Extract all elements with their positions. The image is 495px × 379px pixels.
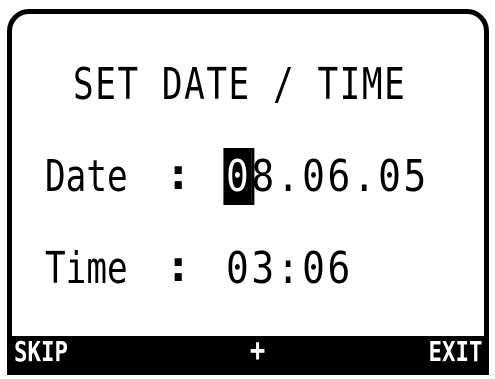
time-separator: : [165,241,192,292]
skip-softkey[interactable]: SKIP [14,338,68,366]
date-label: Date [45,151,128,202]
date-cursor-digit[interactable]: 0 [223,148,254,205]
exit-softkey[interactable]: EXIT [428,338,482,366]
date-value-rest: 8.06.05 [251,151,429,202]
screen-title: SET DATE / TIME [73,59,407,110]
softkey-bar: SKIP + EXIT [12,334,484,370]
increment-softkey[interactable]: + [250,334,265,366]
date-separator: : [165,149,192,200]
date-field[interactable]: 08.06.05 [223,148,429,205]
time-label: Time [45,243,128,294]
time-field[interactable]: 03:06 [226,247,353,291]
lcd-screen: SET DATE / TIME Date : 08.06.05 Time : 0… [7,9,489,375]
